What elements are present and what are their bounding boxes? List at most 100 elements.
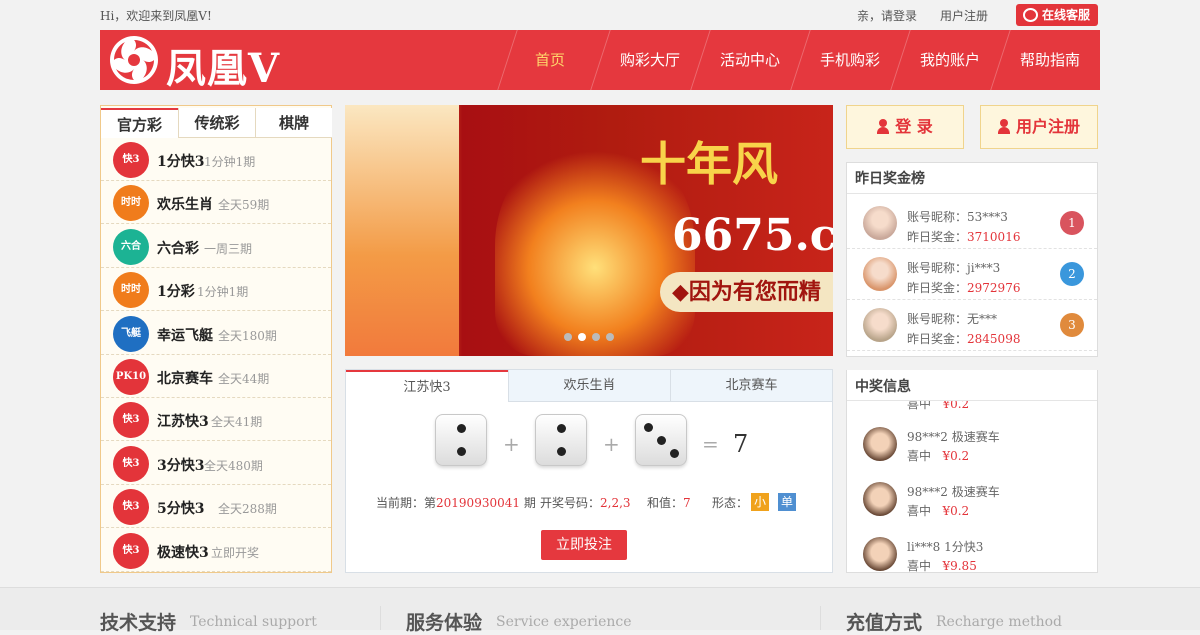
carousel-dot-active[interactable]	[578, 333, 586, 341]
rank-number-badge: 1	[1060, 211, 1084, 235]
avatar	[863, 427, 897, 461]
lottery-item-name: 北京赛车	[157, 371, 213, 387]
die-3	[635, 414, 687, 466]
lottery-item[interactable]: PK10 北京赛车 全天44期	[101, 355, 331, 398]
prize-label: 昨日奖金：	[907, 281, 968, 295]
login-button[interactable]: 登 录	[846, 105, 964, 149]
register-button[interactable]: 用户注册	[980, 105, 1098, 149]
shishicai-icon: 时时	[113, 272, 149, 309]
bet-now-button[interactable]: 立即投注	[541, 530, 627, 560]
footer-recharge-title: 充值方式	[846, 612, 923, 634]
lottery-item-schedule: 1分钟1期	[204, 155, 256, 169]
footer-service-en: Service experience	[496, 614, 632, 630]
lottery-item[interactable]: 时时 欢乐生肖 全天59期	[101, 181, 331, 225]
user-icon	[997, 119, 1010, 134]
login-button-label: 登 录	[895, 117, 933, 136]
register-link[interactable]: 用户注册	[940, 7, 988, 24]
login-link[interactable]: 亲，请登录	[857, 7, 917, 24]
avatar	[863, 206, 897, 240]
lottery-item[interactable]: 时时 1分彩 1分钟1期	[101, 268, 331, 312]
win-result: 喜中 ¥0.2	[907, 502, 969, 519]
lottery-item[interactable]: 快3 5分快3 全天288期	[101, 485, 331, 529]
carousel-dot[interactable]	[592, 333, 600, 341]
lottery-item-schedule: 立即开奖	[211, 545, 260, 560]
lottery-item-schedule: 全天44期	[218, 372, 270, 386]
form-size-badge: 小	[751, 493, 769, 511]
phoenix-logo-icon[interactable]	[110, 36, 158, 84]
nav-lottery-hall[interactable]: 购彩大厅	[600, 30, 700, 90]
lottery-item[interactable]: 快3 3分快3 全天480期	[101, 442, 331, 485]
tab-happy-zodiac[interactable]: 欢乐生肖	[508, 370, 670, 402]
draw-numbers-info: 开奖号码：2,2,3	[540, 494, 631, 511]
carousel-dot[interactable]	[606, 333, 614, 341]
account-label: 账号昵称：	[907, 210, 968, 224]
lottery-item-schedule: 全天59期	[218, 198, 270, 213]
footer-divider	[820, 606, 821, 630]
lottery-item-schedule: 全天180期	[218, 328, 277, 343]
account-name: 53***3	[967, 210, 1008, 224]
die-2	[535, 414, 587, 466]
lottery-item-name: 3分快3	[157, 457, 205, 474]
tab-beijing-racing[interactable]: 北京赛车	[670, 370, 832, 402]
avatar	[863, 308, 897, 342]
rank-number-badge: 3	[1060, 313, 1084, 337]
ranking-row: 账号昵称：53***3 昨日奖金：3710016 1	[847, 198, 1097, 249]
ranking-account: 账号昵称：ji***3	[907, 259, 1000, 276]
avatar	[863, 482, 897, 516]
lottery-item-name: 1分彩	[157, 284, 195, 301]
lottery-item-name: 幸运飞艇	[157, 327, 213, 344]
prize-amount: 2972976	[967, 281, 1021, 295]
form-label: 形态：	[712, 496, 749, 510]
nav-home[interactable]: 首页	[500, 30, 600, 90]
win-item: li***8 1分快3 喜中 ¥9.85	[847, 535, 1097, 579]
win-user: 98***2 极速赛车	[907, 430, 1000, 444]
draw-numbers-label: 开奖号码：	[540, 496, 601, 510]
online-service-button[interactable]: 在线客服	[1016, 4, 1098, 26]
win-label: 喜中	[907, 504, 932, 518]
footer-tech-support-en: Technical support	[190, 614, 317, 630]
lottery-item[interactable]: 快3 江苏快3 全天41期	[101, 398, 331, 442]
win-result: 喜中 ¥9.85	[907, 557, 977, 574]
nav-help[interactable]: 帮助指南	[1000, 30, 1100, 90]
sum-label: 和值：	[647, 496, 684, 510]
nav-my-account[interactable]: 我的账户	[900, 30, 1000, 90]
lottery-item-name: 极速快3	[157, 544, 209, 561]
account-label: 账号昵称：	[907, 312, 968, 326]
win-user: 98***2 极速赛车	[907, 485, 1000, 499]
period-label: 当前期：第	[376, 496, 437, 510]
ranking-prize: 昨日奖金：3710016	[907, 228, 1020, 245]
sum-value: 7	[683, 496, 691, 510]
lottery-item[interactable]: 六合 六合彩 一周三期	[101, 225, 331, 268]
lottery-item-name: 六合彩	[157, 240, 199, 257]
tab-official-lottery[interactable]: 官方彩	[101, 108, 178, 138]
banner-slogan: ◆因为有您而精	[660, 272, 833, 312]
account-name: 无***	[967, 312, 998, 326]
tab-traditional-lottery[interactable]: 传统彩	[178, 108, 255, 138]
lottery-item[interactable]: 快3 1分快3 1分钟1期	[101, 138, 331, 181]
tab-jiangsu-k3[interactable]: 江苏快3	[346, 370, 508, 402]
win-amount: ¥9.85	[942, 559, 977, 573]
user-icon	[877, 119, 890, 134]
carousel-dot[interactable]	[564, 333, 572, 341]
register-button-label: 用户注册	[1015, 117, 1080, 136]
nav-activities[interactable]: 活动中心	[700, 30, 800, 90]
ranking-title: 昨日奖金榜	[855, 171, 925, 187]
prize-label: 昨日奖金：	[907, 332, 968, 346]
kuai3-icon: 快3	[113, 489, 149, 526]
lottery-item[interactable]: 快3 极速快3 立即开奖	[101, 529, 331, 572]
win-label: 喜中	[907, 559, 932, 573]
win-user: li***8 1分快3	[907, 540, 984, 554]
lottery-item-schedule: 全天41期	[211, 415, 263, 430]
sum-info: 和值：7	[647, 494, 691, 511]
win-amount: ¥0.2	[942, 504, 970, 518]
ranking-row: 账号昵称：ji***3 昨日奖金：2972976 2	[847, 249, 1097, 300]
account-name: ji***3	[967, 261, 1001, 275]
logo-text[interactable]: 凤凰V	[166, 36, 280, 94]
win-item: 98***2 极速赛车 喜中 ¥0.2	[847, 480, 1097, 524]
lottery-item[interactable]: 飞艇 幸运飞艇 全天180期	[101, 312, 331, 355]
nav-mobile[interactable]: 手机购彩	[800, 30, 900, 90]
shishicai-icon: 时时	[113, 185, 149, 222]
lottery-item-schedule: 全天480期	[204, 458, 263, 473]
equals-sign: =	[702, 432, 719, 456]
tab-chess-cards[interactable]: 棋牌	[255, 108, 332, 138]
